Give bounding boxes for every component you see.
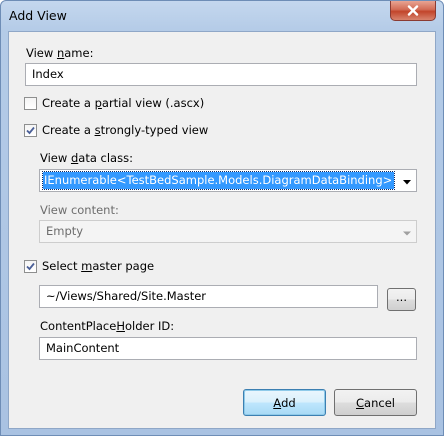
content-placeholder-input[interactable]: MainContent: [39, 337, 417, 360]
chevron-down-icon: [403, 174, 411, 188]
chevron-down-icon: [403, 225, 411, 239]
partial-view-label[interactable]: Create a partial view (.ascx): [42, 96, 204, 110]
dialog-content: View name: Index Create a partial view (…: [8, 31, 436, 429]
view-content-label: View content:: [40, 203, 119, 217]
master-page-path-input[interactable]: ~/Views/Shared/Site.Master: [39, 285, 378, 308]
view-content-combo[interactable]: Empty: [39, 220, 417, 243]
strongly-typed-label[interactable]: Create a strongly-typed view: [42, 123, 208, 137]
view-data-class-dropdown-button[interactable]: [398, 170, 416, 191]
strongly-typed-checkbox[interactable]: [24, 124, 37, 137]
close-button[interactable]: [390, 1, 436, 21]
view-name-input[interactable]: Index: [25, 63, 417, 86]
view-content-dropdown-button[interactable]: [398, 221, 416, 242]
browse-master-page-button[interactable]: ...: [387, 288, 416, 311]
view-data-class-value: IEnumerable<TestBedSample.Models.Diagram…: [41, 171, 396, 190]
add-view-dialog: Add View View name: Index Create a parti…: [0, 0, 444, 436]
content-placeholder-label: ContentPlaceHolder ID:: [40, 319, 175, 333]
view-data-class-label: View data class:: [40, 151, 133, 165]
view-name-label: View name:: [26, 46, 94, 60]
close-icon: [407, 5, 419, 16]
title-bar[interactable]: Add View: [1, 1, 443, 31]
master-page-checkbox[interactable]: [24, 260, 37, 273]
add-button[interactable]: Add: [243, 389, 326, 416]
master-page-label[interactable]: Select master page: [42, 259, 154, 273]
window-title: Add View: [9, 8, 67, 23]
partial-view-checkbox[interactable]: [24, 97, 37, 110]
view-data-class-combo[interactable]: IEnumerable<TestBedSample.Models.Diagram…: [39, 169, 417, 192]
view-content-value: Empty: [46, 224, 84, 238]
cancel-button[interactable]: Cancel: [334, 389, 417, 416]
